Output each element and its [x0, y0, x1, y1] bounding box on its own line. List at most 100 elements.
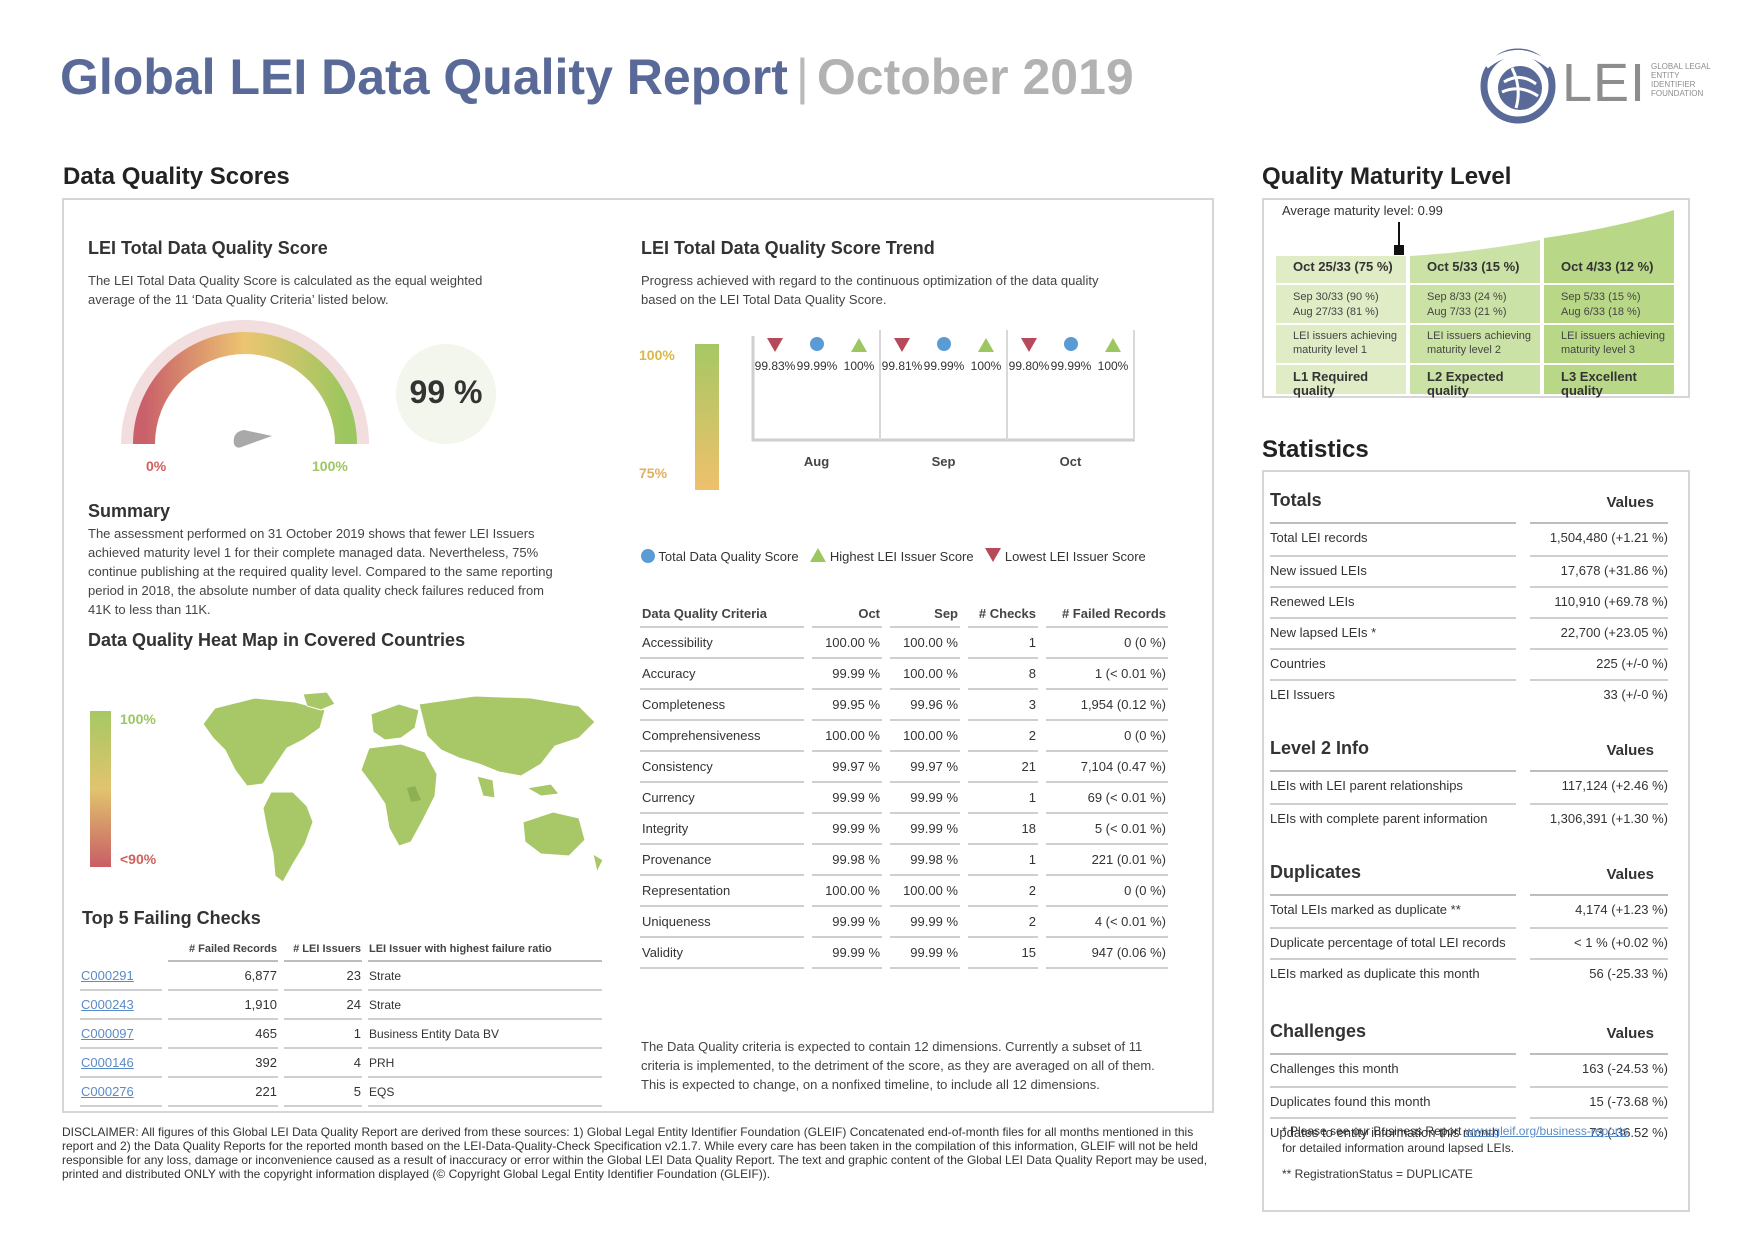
- criteria-checks: 15: [968, 938, 1038, 969]
- criteria-failed: 221 (0.01 %): [1046, 845, 1168, 876]
- maturity-level-label: L3 Excellent quality: [1561, 369, 1637, 398]
- check-id-link[interactable]: C000097: [81, 1026, 134, 1041]
- lowest-score-marker: [894, 338, 910, 352]
- stats-group-header: Level 2 Info Values: [1270, 738, 1654, 770]
- criteria-row: Provenance 99.98 % 99.98 % 1 221 (0.01 %): [640, 845, 1168, 876]
- criteria-row: Accessibility 100.00 % 100.00 % 1 0 (0 %): [640, 628, 1168, 659]
- stats-row: Duplicates found this month 15 (-73.68 %): [1270, 1086, 1670, 1117]
- score-value: 99 %: [409, 374, 483, 410]
- check-id-cell: C000243: [80, 991, 162, 1020]
- stats-key: Challenges this month: [1270, 1061, 1399, 1076]
- criteria-oct: 99.99 %: [812, 907, 882, 938]
- stats-key: LEI Issuers: [1270, 679, 1516, 710]
- logo-text: LEI: [1562, 53, 1647, 113]
- trend-data-label: 99.99%: [1051, 359, 1092, 373]
- gauge-max-label: 100%: [312, 458, 348, 474]
- criteria-checks: 1: [968, 783, 1038, 814]
- report-title-text: Global LEI Data Quality Report: [60, 49, 788, 105]
- report-period: October 2019: [816, 49, 1134, 105]
- criteria-row: Currency 99.99 % 99.99 % 1 69 (< 0.01 %): [640, 783, 1168, 814]
- criteria-failed: 69 (< 0.01 %): [1046, 783, 1168, 814]
- trend-chart: 100% 75% 99.83% 99.99% 100%Aug99.81% 99.99%…: [639, 330, 1135, 490]
- stats-value: 56 (-25.33 %): [1530, 958, 1668, 989]
- criteria-checks: 1: [968, 845, 1038, 876]
- stats-key: New issued LEIs: [1270, 555, 1516, 586]
- total-score-marker: [937, 337, 951, 351]
- map-europe: [370, 703, 420, 741]
- map-south-america: [262, 791, 314, 883]
- criteria-oct: 99.99 %: [812, 814, 882, 845]
- criteria-body: Accessibility 100.00 % 100.00 % 1 0 (0 %) Acc…: [640, 628, 1168, 969]
- trend-axis-top-label: 100%: [639, 347, 675, 363]
- highest-score-marker: [978, 338, 994, 352]
- criteria-checks: 21: [968, 752, 1038, 783]
- stats-key: Duplicate percentage of total LEI record…: [1270, 927, 1516, 958]
- stats-row: Renewed LEIs 110,910 (+69.78 %): [1270, 586, 1670, 617]
- criteria-oct: 99.99 %: [812, 938, 882, 969]
- criteria-name: Accessibility: [640, 628, 804, 659]
- stats-value: 163 (-24.53 %): [1582, 1061, 1668, 1076]
- failed-records-cell: 6,877: [168, 962, 278, 991]
- maturity-history-sep: Sep 8/33 (24 %): [1427, 291, 1507, 303]
- summary-title: Summary: [88, 501, 171, 521]
- highest-score-marker: [1105, 338, 1121, 352]
- check-id-link[interactable]: C000146: [81, 1055, 134, 1070]
- issuer-name-cell: Strate: [368, 991, 602, 1020]
- maturity-history-sep: Sep 5/33 (15 %): [1561, 291, 1641, 303]
- criteria-row: Comprehensiveness 100.00 % 100.00 % 2 0 (0 %…: [640, 721, 1168, 752]
- criteria-col-sep: Sep: [890, 600, 960, 628]
- map-asia: [418, 695, 596, 777]
- lowest-score-marker: [1021, 338, 1037, 352]
- maturity-description: LEI issuers achieving maturity level 3: [1561, 330, 1665, 356]
- failed-records-cell: 465: [168, 1020, 278, 1049]
- stats-value: 4,174 (+1.23 %): [1575, 902, 1668, 917]
- maturity-level-count: Oct 25/33 (75 %): [1293, 259, 1393, 274]
- stats-key: Total LEI records: [1270, 530, 1368, 545]
- stats-values-label: Values: [1606, 866, 1654, 883]
- criteria-name: Completeness: [640, 690, 804, 721]
- issuer-name-cell: PRH: [368, 1049, 602, 1078]
- footnote-prefix: * Please see our Business Report: [1282, 1124, 1465, 1138]
- summary-text: The assessment performed on 31 October 2…: [88, 526, 553, 617]
- total-score-marker: [810, 337, 824, 351]
- check-id-link[interactable]: C000276: [81, 1084, 134, 1099]
- criteria-failed: 1 (< 0.01 %): [1046, 659, 1168, 690]
- criteria-name: Provenance: [640, 845, 804, 876]
- stats-row: New issued LEIs 17,678 (+31.86 %): [1270, 555, 1670, 586]
- check-id-link[interactable]: C000291: [81, 968, 134, 983]
- criteria-failed: 1,954 (0.12 %): [1046, 690, 1168, 721]
- top5-row: C000276 221 5 EQS: [80, 1078, 602, 1107]
- criteria-name: Comprehensiveness: [640, 721, 804, 752]
- stats-group: Duplicates Values Total LEIs marked as dup…: [1270, 862, 1670, 989]
- criteria-checks: 2: [968, 876, 1038, 907]
- criteria-row: Integrity 99.99 % 99.99 % 18 5 (< 0.01 %): [640, 814, 1168, 845]
- issuer-name-cell: Strate: [368, 962, 602, 991]
- stats-row: LEI Issuers 33 (+/-0 %): [1270, 679, 1670, 710]
- trend-data-label: 99.99%: [797, 359, 838, 373]
- report-title: Global LEI Data Quality Report | October 2…: [60, 48, 1134, 106]
- criteria-failed: 0 (0 %): [1046, 721, 1168, 752]
- trend-data-label: 100%: [844, 359, 875, 373]
- lei-issuers-cell: 23: [284, 962, 362, 991]
- stats-row: LEIs with LEI parent relationships 117,12…: [1270, 772, 1670, 803]
- criteria-sep: 100.00 %: [890, 721, 960, 752]
- failed-records-cell: 392: [168, 1049, 278, 1078]
- maturity-title: Quality Maturity Level: [1262, 163, 1512, 190]
- total-score-title: LEI Total Data Quality Score: [88, 238, 328, 258]
- map-north-america: [202, 697, 326, 787]
- criteria-row: Completeness 99.95 % 99.96 % 3 1,954 (0.12 %…: [640, 690, 1168, 721]
- stats-key: Duplicates found this month: [1270, 1086, 1516, 1117]
- trend-data-label: 100%: [1098, 359, 1129, 373]
- stats-key: Countries: [1270, 648, 1516, 679]
- disclaimer: DISCLAIMER: All figures of this Global L…: [62, 1125, 1208, 1181]
- business-report-link[interactable]: www.gleif.org/business-reports: [1465, 1124, 1628, 1138]
- maturity-history-sep: Sep 30/33 (90 %): [1293, 291, 1379, 303]
- failed-records-cell: 1,910: [168, 991, 278, 1020]
- lei-issuers-cell: 1: [284, 1020, 362, 1049]
- criteria-row: Representation 100.00 % 100.00 % 2 0 (0 %): [640, 876, 1168, 907]
- triangle-up-icon: [810, 548, 827, 562]
- top5-row: C000146 392 4 PRH: [80, 1049, 602, 1078]
- dq-scores-title: Data Quality Scores: [63, 163, 290, 190]
- check-id-link[interactable]: C000243: [81, 997, 134, 1012]
- lei-issuers-cell: 24: [284, 991, 362, 1020]
